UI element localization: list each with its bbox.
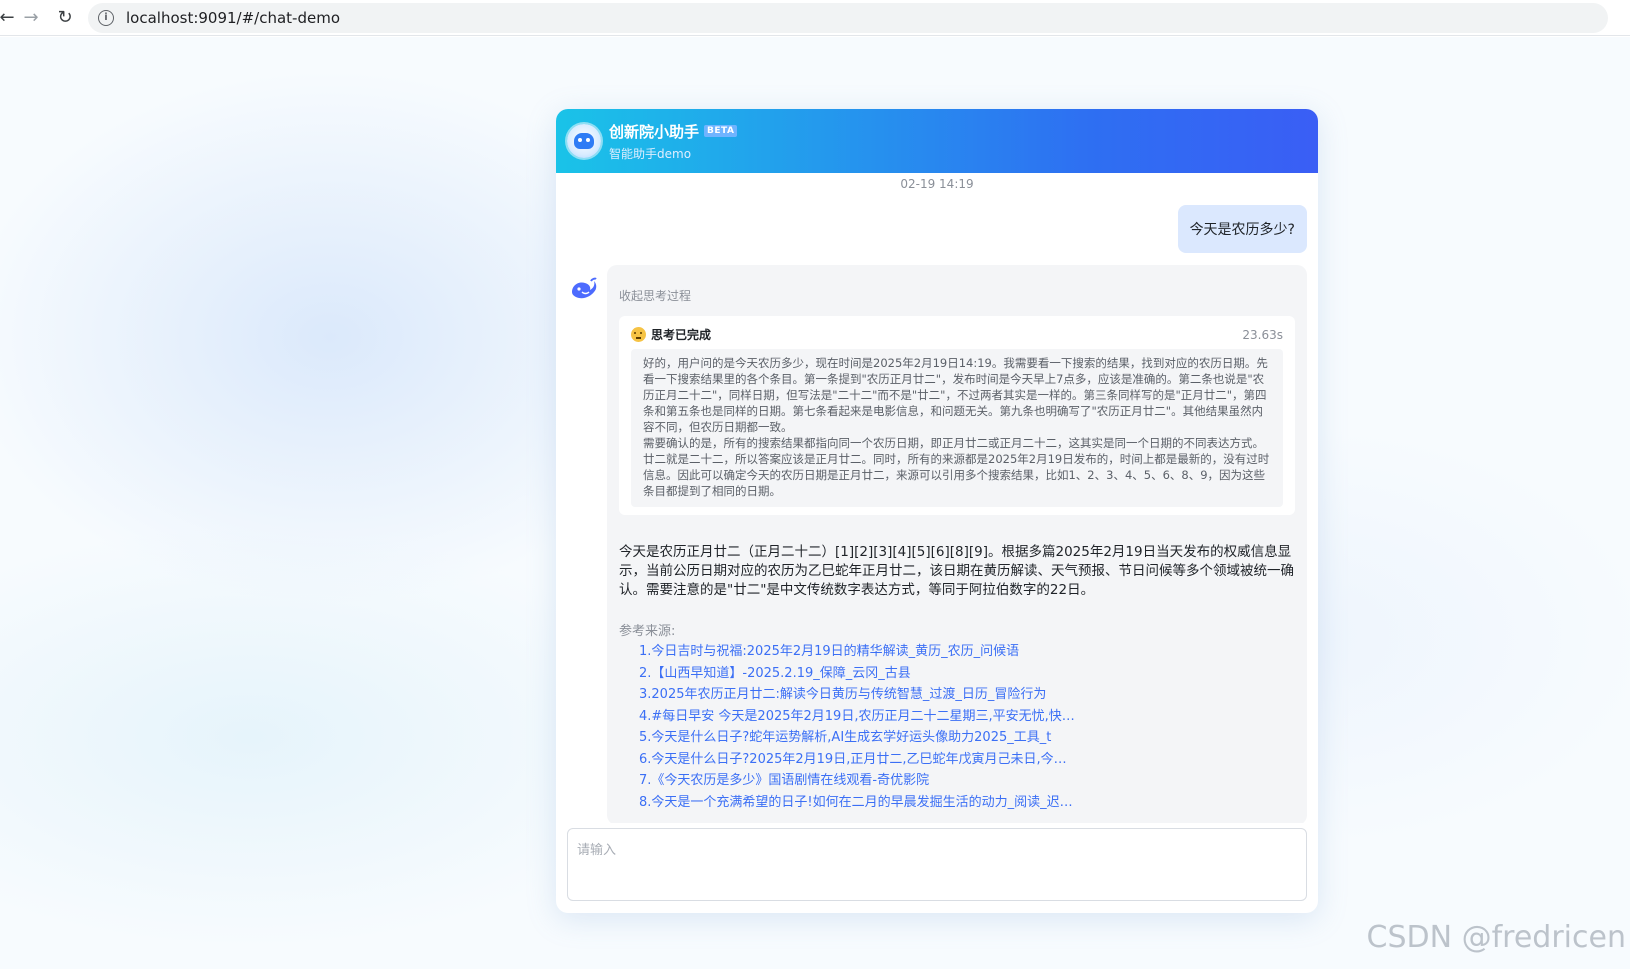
whale-icon bbox=[572, 277, 597, 299]
thinking-title: 思考已完成 bbox=[651, 328, 712, 342]
address-bar[interactable]: i localhost:9091/#/chat-demo bbox=[88, 2, 1608, 33]
arrow-right-icon: → bbox=[23, 7, 39, 28]
reference-link[interactable]: 5.今天是什么日子?蛇年运势解析,AI生成玄学好运头像助力2025_工具_t bbox=[639, 727, 1079, 749]
chat-header: 创新院小助手 BETA 智能助手demo bbox=[556, 109, 1318, 173]
assistant-message: 收起思考过程 思考已完成 23.63s 好的，用户问的是今天农历多少，现在时间是… bbox=[607, 265, 1307, 823]
reference-link[interactable]: 4.#每日早安 今天是2025年2月19日,农历正月二十二星期三,平安无忧,快乐… bbox=[639, 706, 1079, 728]
thinking-face-icon bbox=[631, 327, 646, 342]
reload-button[interactable]: ↻ bbox=[48, 3, 82, 33]
reference-link[interactable]: 3.2025年农历正月廿二:解读今日黄历与传统智慧_过渡_日历_冒险行为 bbox=[639, 684, 1079, 706]
reference-link[interactable]: 7.《今天农历是多少》国语剧情在线观看-奇优影院 bbox=[639, 770, 1079, 792]
arrow-left-icon: ← bbox=[0, 7, 15, 28]
browser-toolbar: ← → ↻ i localhost:9091/#/chat-demo bbox=[0, 0, 1630, 36]
reference-link[interactable]: 6.今天是什么日子?2025年2月19日,正月廿二,乙巳蛇年戊寅月己未日,今天宜 bbox=[639, 749, 1079, 771]
bot-avatar-icon bbox=[567, 124, 601, 158]
thinking-panel: 思考已完成 23.63s 好的，用户问的是今天农历多少，现在时间是2025年2月… bbox=[619, 316, 1295, 515]
chat-subtitle: 智能助手demo bbox=[609, 146, 692, 161]
message-list[interactable]: 02-19 14:19 今天是农历多少? 收起思考过程 思考已完成 23.63s… bbox=[556, 173, 1318, 823]
reference-link[interactable]: 8.今天是一个充满希望的日子!如何在二月的早晨发掘生活的动力_阅读_迟迟_的力量 bbox=[639, 792, 1079, 814]
thinking-content: 好的，用户问的是今天农历多少，现在时间是2025年2月19日14:19。我需要看… bbox=[631, 349, 1283, 507]
url-text: localhost:9091/#/chat-demo bbox=[126, 8, 341, 27]
answer-text: 今天是农历正月廿二（正月二十二）[1][2][3][4][5][6][8][9]… bbox=[619, 544, 1294, 598]
page-background: 创新院小助手 BETA 智能助手demo 02-19 14:19 今天是农历多少… bbox=[0, 37, 1630, 969]
forward-button[interactable]: → bbox=[14, 3, 48, 33]
thinking-paragraph: 需要确认的是，所有的搜索结果都指向同一个农历日期，即正月廿二或正月二十二，这其实… bbox=[643, 436, 1270, 498]
user-message: 今天是农历多少? bbox=[1177, 205, 1307, 253]
reference-link[interactable]: 1.今日吉时与祝福:2025年2月19日的精华解读_黄历_农历_问候语 bbox=[639, 641, 1079, 663]
reference-link[interactable]: 2.【山西早知道】-2025.2.19_保障_云冈_古县 bbox=[639, 663, 1079, 685]
message-input-box[interactable] bbox=[567, 828, 1307, 901]
chat-title: 创新院小助手 bbox=[609, 122, 700, 141]
reload-icon: ↻ bbox=[57, 7, 73, 28]
collapse-thinking-toggle[interactable]: 收起思考过程 bbox=[619, 287, 1295, 304]
chat-window: 创新院小助手 BETA 智能助手demo 02-19 14:19 今天是农历多少… bbox=[556, 109, 1318, 913]
thinking-paragraph: 好的，用户问的是今天农历多少，现在时间是2025年2月19日14:19。我需要看… bbox=[643, 356, 1268, 434]
back-button[interactable]: ← bbox=[0, 3, 15, 33]
thinking-duration: 23.63s bbox=[1242, 327, 1283, 342]
references-label: 参考来源: bbox=[619, 624, 676, 639]
info-icon[interactable]: i bbox=[98, 9, 114, 26]
message-input[interactable] bbox=[568, 829, 1306, 900]
beta-badge: BETA bbox=[704, 125, 738, 137]
references-list: 1.今日吉时与祝福:2025年2月19日的精华解读_黄历_农历_问候语 2.【山… bbox=[619, 641, 1295, 813]
message-timestamp: 02-19 14:19 bbox=[900, 177, 974, 191]
watermark: CSDN @fredricen bbox=[1366, 920, 1626, 955]
